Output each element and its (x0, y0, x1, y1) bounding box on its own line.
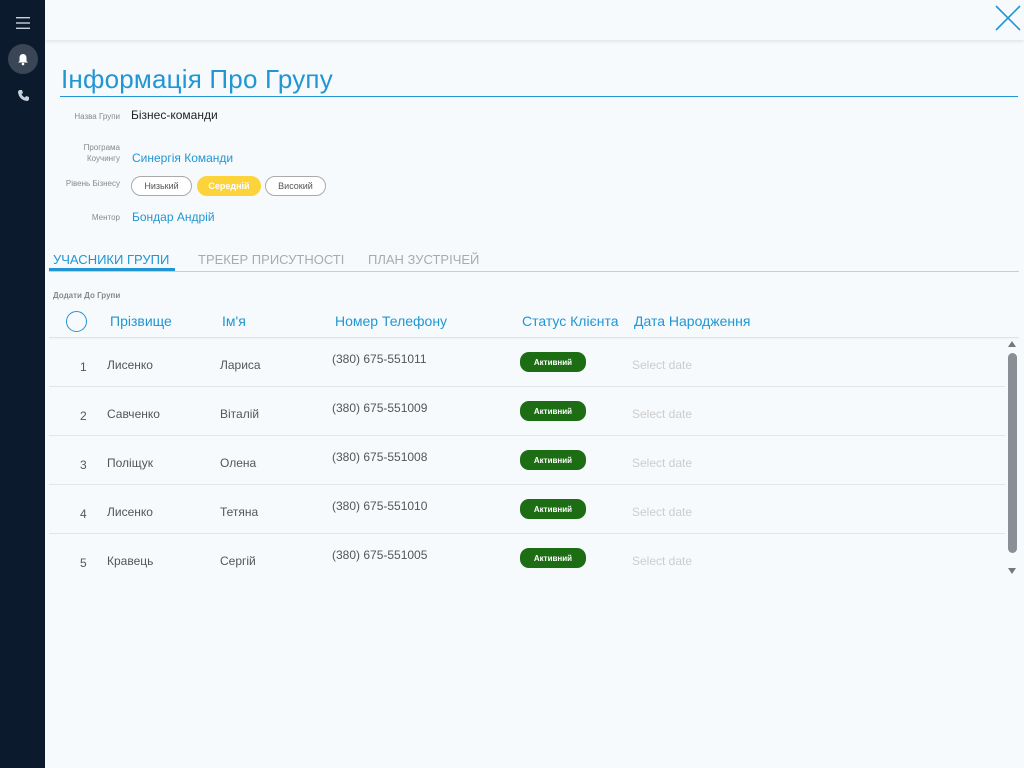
mentor-label: Ментор (91, 213, 120, 222)
row-index: 1 (80, 360, 87, 374)
table-row[interactable]: 3 Поліщук Олена (380) 675-551008 Активни… (49, 436, 1005, 485)
table-row[interactable]: 5 Кравець Сергій (380) 675-551005 Активн… (49, 534, 1005, 583)
row-phone: (380) 675-551008 (332, 450, 428, 464)
row-first-name: Лариса (220, 358, 261, 372)
row-last-name: Лисенко (107, 358, 153, 372)
tab-meeting-plan[interactable]: ПЛАН ЗУСТРІЧЕЙ (368, 252, 479, 267)
status-badge: Активний (520, 499, 586, 519)
select-all-checkbox[interactable] (66, 311, 87, 332)
row-first-name: Сергій (220, 554, 256, 568)
sidebar (0, 0, 45, 768)
scroll-up-arrow-icon[interactable] (1008, 341, 1016, 347)
status-badge: Активний (520, 401, 586, 421)
scrollbar-thumb[interactable] (1008, 353, 1017, 553)
top-bar (45, 0, 1024, 40)
table-row[interactable]: 1 Лисенко Лариса (380) 675-551011 Активн… (49, 338, 1005, 387)
birth-date-picker[interactable]: Select date (632, 407, 692, 421)
row-first-name: Олена (220, 456, 257, 470)
birth-date-picker[interactable]: Select date (632, 554, 692, 568)
birth-date-picker[interactable]: Select date (632, 505, 692, 519)
mentor-link[interactable]: Бондар Андрій (132, 210, 215, 224)
column-header-phone[interactable]: Номер Телефону (335, 313, 447, 329)
row-first-name: Тетяна (220, 505, 259, 519)
birth-date-picker[interactable]: Select date (632, 358, 692, 372)
close-icon[interactable] (994, 4, 1022, 32)
business-level-label: Рівень Бізнесу (65, 179, 120, 188)
row-last-name: Поліщук (107, 456, 153, 470)
program-label-line-2: Коучингу (87, 154, 120, 163)
menu-icon[interactable] (8, 8, 38, 38)
group-name-label: Назва Групи (74, 112, 120, 121)
bell-icon[interactable] (8, 44, 38, 74)
row-last-name: Кравець (107, 554, 154, 568)
row-index: 2 (80, 409, 87, 423)
tab-attendance-tracker[interactable]: ТРЕКЕР ПРИСУТНОСТІ (198, 252, 344, 267)
tab-group-members[interactable]: УЧАСНИКИ ГРУПИ (53, 252, 169, 267)
level-medium-button[interactable]: Середній (197, 176, 261, 196)
row-index: 4 (80, 507, 87, 521)
status-badge: Активний (520, 352, 586, 372)
group-name-value[interactable]: Бізнес-команди (131, 108, 218, 122)
scroll-down-arrow-icon[interactable] (1008, 568, 1016, 574)
status-badge: Активний (520, 548, 586, 568)
column-header-last-name[interactable]: Прізвище (110, 313, 172, 329)
program-link[interactable]: Синергія Команди (132, 151, 233, 165)
tabs-divider (49, 271, 1019, 272)
table-row[interactable]: 4 Лисенко Тетяна (380) 675-551010 Активн… (49, 485, 1005, 534)
level-low-button[interactable]: Низький (131, 176, 192, 196)
phone-icon[interactable] (8, 80, 38, 110)
add-to-group-link[interactable]: Додати До Групи (53, 291, 120, 300)
row-phone: (380) 675-551009 (332, 401, 428, 415)
program-label-line-1: Програма (83, 143, 120, 152)
column-header-birth-date[interactable]: Дата Народження (634, 313, 750, 329)
table-row[interactable]: 2 Савченко Віталій (380) 675-551009 Акти… (49, 387, 1005, 436)
program-label: Програма Коучингу (60, 142, 120, 164)
row-index: 3 (80, 458, 87, 472)
level-high-button[interactable]: Високий (265, 176, 326, 196)
row-last-name: Савченко (107, 407, 160, 421)
column-header-first-name[interactable]: Ім'я (222, 313, 246, 329)
row-first-name: Віталій (220, 407, 260, 421)
row-last-name: Лисенко (107, 505, 153, 519)
row-phone: (380) 675-551010 (332, 499, 428, 513)
row-phone: (380) 675-551005 (332, 548, 428, 562)
title-underline (60, 96, 1018, 97)
page-title: Інформація Про Групу (61, 64, 333, 94)
column-header-client-status[interactable]: Статус Клієнта (522, 313, 619, 329)
row-phone: (380) 675-551011 (332, 352, 427, 366)
birth-date-picker[interactable]: Select date (632, 456, 692, 470)
row-index: 5 (80, 556, 87, 570)
status-badge: Активний (520, 450, 586, 470)
